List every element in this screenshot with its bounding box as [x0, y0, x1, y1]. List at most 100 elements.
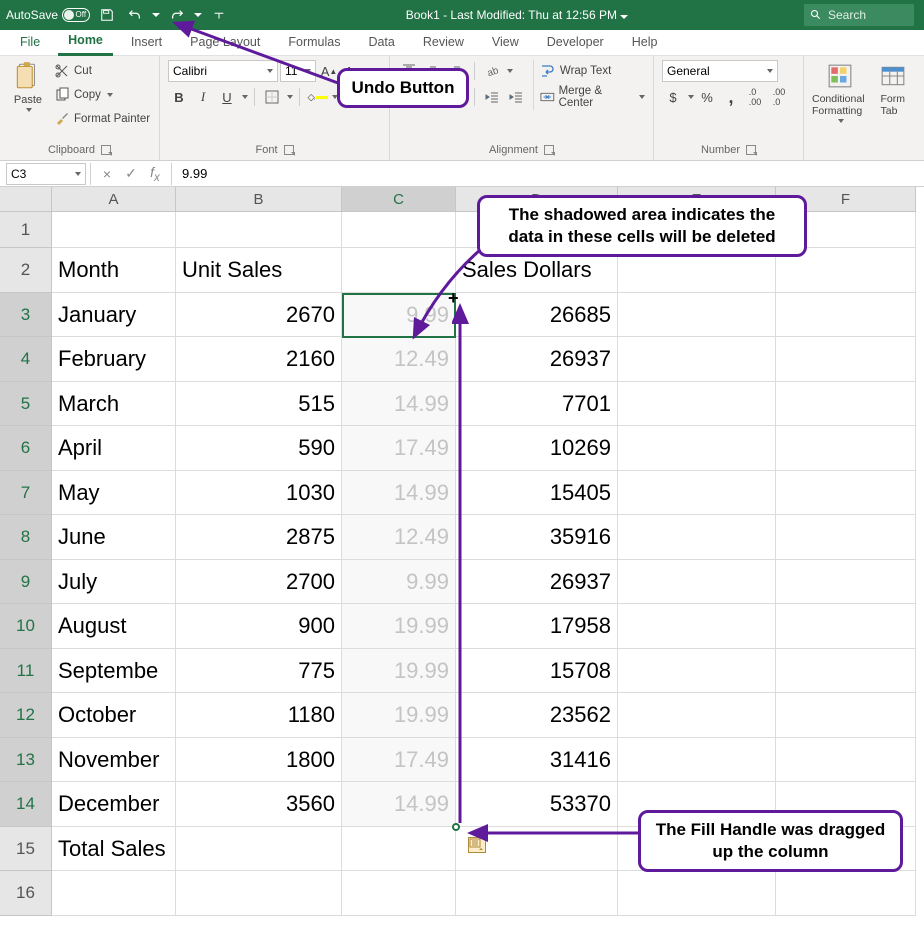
cell-E13[interactable]	[618, 738, 776, 783]
alignment-launcher-icon[interactable]	[544, 145, 554, 155]
cell-D14[interactable]: 53370	[456, 782, 618, 827]
cell-A11[interactable]: Septembe	[52, 649, 176, 694]
cell-A16[interactable]	[52, 871, 176, 916]
cell-A14[interactable]: December	[52, 782, 176, 827]
cell-C1[interactable]	[342, 212, 456, 248]
name-box[interactable]: C3	[6, 163, 86, 185]
row-header-2[interactable]: 2	[0, 248, 52, 293]
row-header-14[interactable]: 14	[0, 782, 52, 827]
cell-D11[interactable]: 15708	[456, 649, 618, 694]
copy-button[interactable]: Copy	[54, 84, 150, 106]
row-header-3[interactable]: 3	[0, 293, 52, 338]
cell-F6[interactable]	[776, 426, 916, 471]
cut-button[interactable]: Cut	[54, 60, 150, 82]
cell-B15[interactable]	[176, 827, 342, 872]
column-header-A[interactable]: A	[52, 187, 176, 212]
cancel-formula-icon[interactable]: ×	[95, 166, 119, 182]
cell-C12[interactable]: 19.99	[342, 693, 456, 738]
cell-D4[interactable]: 26937	[456, 337, 618, 382]
cell-E16[interactable]	[618, 871, 776, 916]
bold-button[interactable]: B	[168, 86, 190, 108]
cell-A2[interactable]: Month	[52, 248, 176, 293]
row-header-10[interactable]: 10	[0, 604, 52, 649]
enter-formula-icon[interactable]: ✓	[119, 165, 143, 182]
cell-A8[interactable]: June	[52, 515, 176, 560]
cell-F12[interactable]	[776, 693, 916, 738]
cell-B1[interactable]	[176, 212, 342, 248]
cell-D5[interactable]: 7701	[456, 382, 618, 427]
tab-data[interactable]: Data	[358, 31, 404, 55]
cell-B12[interactable]: 1180	[176, 693, 342, 738]
row-header-5[interactable]: 5	[0, 382, 52, 427]
decrease-indent-icon[interactable]	[481, 86, 503, 108]
conditional-formatting-button[interactable]: Conditional Formatting	[812, 60, 869, 123]
cell-A9[interactable]: July	[52, 560, 176, 605]
format-as-table-button[interactable]: FormTab	[875, 60, 911, 117]
cell-E5[interactable]	[618, 382, 776, 427]
cell-E10[interactable]	[618, 604, 776, 649]
cell-A10[interactable]: August	[52, 604, 176, 649]
cell-A15[interactable]: Total Sales	[52, 827, 176, 872]
cell-D16[interactable]	[456, 871, 618, 916]
cell-E9[interactable]	[618, 560, 776, 605]
cell-E11[interactable]	[618, 649, 776, 694]
cell-D3[interactable]: 26685	[456, 293, 618, 338]
row-header-8[interactable]: 8	[0, 515, 52, 560]
cell-D8[interactable]: 35916	[456, 515, 618, 560]
borders-icon[interactable]	[261, 86, 283, 108]
cell-E7[interactable]	[618, 471, 776, 516]
cell-B6[interactable]: 590	[176, 426, 342, 471]
tab-home[interactable]: Home	[58, 29, 113, 56]
cell-A12[interactable]: October	[52, 693, 176, 738]
redo-icon[interactable]	[166, 4, 188, 26]
fill-handle[interactable]	[452, 823, 460, 831]
cell-B14[interactable]: 3560	[176, 782, 342, 827]
fx-icon[interactable]: fx	[143, 164, 167, 184]
tab-insert[interactable]: Insert	[121, 31, 172, 55]
clipboard-launcher-icon[interactable]	[101, 145, 111, 155]
cell-B16[interactable]	[176, 871, 342, 916]
cell-E6[interactable]	[618, 426, 776, 471]
column-header-B[interactable]: B	[176, 187, 342, 212]
cell-C6[interactable]: 17.49	[342, 426, 456, 471]
qat-customize-icon[interactable]	[208, 4, 230, 26]
cell-F16[interactable]	[776, 871, 916, 916]
cell-C8[interactable]: 12.49	[342, 515, 456, 560]
cell-C15[interactable]	[342, 827, 456, 872]
cell-F11[interactable]	[776, 649, 916, 694]
row-header-11[interactable]: 11	[0, 649, 52, 694]
redo-dropdown-icon[interactable]	[194, 13, 202, 17]
cell-D13[interactable]: 31416	[456, 738, 618, 783]
increase-decimal-icon[interactable]: .0.00	[744, 86, 766, 108]
cell-C3[interactable]: 9.99	[342, 293, 456, 338]
search-box[interactable]	[804, 4, 914, 26]
cell-E12[interactable]	[618, 693, 776, 738]
search-input[interactable]	[828, 8, 898, 22]
paste-button[interactable]: Paste	[8, 60, 48, 112]
cell-E4[interactable]	[618, 337, 776, 382]
cell-B7[interactable]: 1030	[176, 471, 342, 516]
decrease-decimal-icon[interactable]: .00.0	[768, 86, 790, 108]
increase-indent-icon[interactable]	[505, 86, 527, 108]
autofill-options-icon[interactable]	[468, 837, 486, 853]
cell-B11[interactable]: 775	[176, 649, 342, 694]
orientation-icon[interactable]: ab	[481, 60, 503, 82]
cell-B9[interactable]: 2700	[176, 560, 342, 605]
undo-dropdown-icon[interactable]	[152, 13, 160, 17]
cell-F5[interactable]	[776, 382, 916, 427]
cell-F8[interactable]	[776, 515, 916, 560]
tab-page-layout[interactable]: Page Layout	[180, 31, 270, 55]
select-all-corner[interactable]	[0, 187, 52, 212]
cell-A13[interactable]: November	[52, 738, 176, 783]
cell-F7[interactable]	[776, 471, 916, 516]
cell-B8[interactable]: 2875	[176, 515, 342, 560]
row-header-9[interactable]: 9	[0, 560, 52, 605]
cell-B5[interactable]: 515	[176, 382, 342, 427]
font-size-dropdown[interactable]: 11	[280, 60, 316, 82]
comma-format-icon[interactable]: ,	[720, 86, 742, 108]
cell-D6[interactable]: 10269	[456, 426, 618, 471]
tab-review[interactable]: Review	[413, 31, 474, 55]
tab-file[interactable]: File	[10, 31, 50, 55]
cell-C9[interactable]: 9.99	[342, 560, 456, 605]
cell-F10[interactable]	[776, 604, 916, 649]
